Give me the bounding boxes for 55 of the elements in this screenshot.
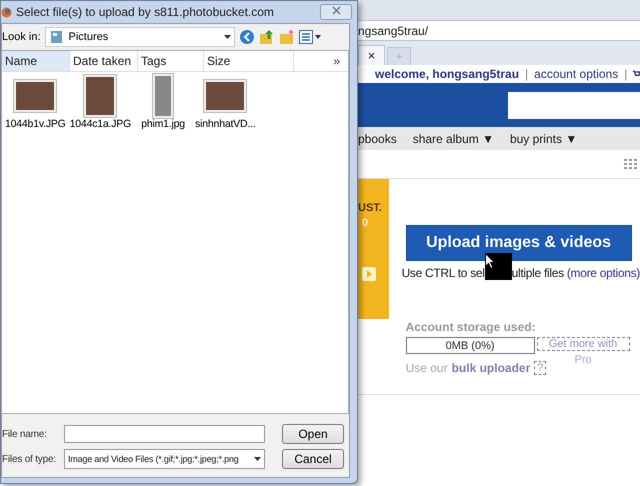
close-tab-button[interactable]: × [358,45,385,65]
column-header[interactable]: Tags [138,51,204,71]
open-button[interactable]: Open [282,424,344,444]
file-item[interactable]: phim1.jpg [135,74,192,130]
photo-placeholder [84,75,116,117]
search-field[interactable] [508,92,640,118]
new-folder-icon[interactable] [278,29,295,45]
views-menu-icon[interactable] [298,30,321,44]
file-item[interactable]: sinhnhatVD... [195,74,256,130]
welcome-text: welcome, hongsang5trau [375,67,520,81]
cart-icon[interactable] [633,69,640,79]
column-header[interactable]: Size [204,51,294,71]
grid-view-icon[interactable] [624,159,638,169]
file-name-label: File name: [2,428,48,440]
account-options-link[interactable]: account options [534,67,618,81]
nav-link[interactable]: buy prints ▼ [510,132,578,146]
photo-placeholder [14,80,56,112]
file-name-field[interactable] [64,425,265,443]
file-type-label: Files of type: [2,454,57,464]
caret-icon [224,35,231,39]
cancel-button[interactable]: Cancel [282,449,344,469]
file-type-dropdown[interactable]: Image and Video Files (*.gif;*.jpg;*.jpeg;*.png [64,449,265,469]
address-text: ngsang5trau/ [358,24,428,38]
bulk-uploader-link[interactable]: bulk uploader [452,361,530,375]
upload-button[interactable]: Upload images & videos [406,225,632,261]
promo-text: 0 [362,217,368,229]
file-item[interactable]: 1044b1v.JPG [5,74,66,130]
nav-link[interactable]: pbooks [358,132,397,146]
film-strip-placeholder [153,74,174,118]
storage-reading: 0MB (0%) [446,340,495,352]
folder-icon [48,29,65,45]
more-options-link[interactable]: (more options) [566,266,640,280]
look-in-label: Look in: [2,31,41,43]
look-in-dropdown[interactable]: Pictures [44,27,235,47]
separator-text: | [624,67,628,81]
file-item[interactable]: 1044c1a.JPG [70,74,132,130]
bulk-text: Use our [406,361,448,375]
close-icon [332,6,340,15]
hint-text: ultiple files [512,266,565,280]
nav-link[interactable]: share album ▼ [412,132,494,146]
app-icon [1,6,12,18]
storage-label: Account storage used: [406,320,537,334]
column-header[interactable]: Date taken [70,51,138,71]
promo-text: UST. [358,202,382,214]
window-title: Select file(s) to upload by s811.photobucket.com [16,5,274,19]
photo-placeholder [204,80,246,112]
separator-text: | [525,67,528,81]
up-folder-icon[interactable] [258,29,275,45]
close-button[interactable] [320,4,352,20]
more-columns-button[interactable]: » [333,51,348,71]
play-icon[interactable] [362,267,376,281]
back-icon[interactable] [238,29,255,45]
column-header[interactable]: Name [2,51,70,71]
hint-text: Use CTRL to sel [402,266,485,280]
caret-icon [254,457,261,461]
